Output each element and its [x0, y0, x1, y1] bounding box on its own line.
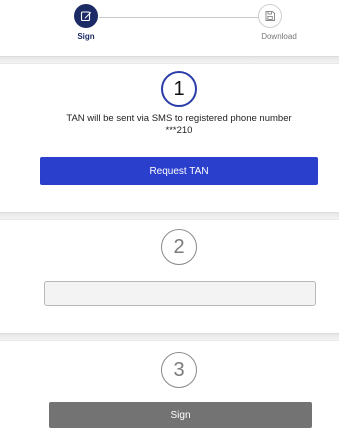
section-divider	[0, 333, 339, 341]
save-icon	[265, 11, 275, 21]
step-number-2: 2	[161, 229, 197, 265]
progress-stepper: Sign Download	[0, 0, 339, 46]
request-tan-button[interactable]: Request TAN	[40, 157, 318, 185]
step-number-1: 1	[161, 71, 197, 107]
tan-input[interactable]	[44, 281, 316, 306]
section-divider	[0, 56, 339, 64]
section-divider	[0, 212, 339, 220]
sign-button[interactable]: Sign	[49, 402, 312, 428]
edit-icon	[80, 11, 92, 22]
stepper-connector	[99, 17, 259, 18]
masked-phone-number: ***210	[165, 125, 193, 136]
step-download-indicator[interactable]	[258, 4, 282, 28]
step-sign-indicator[interactable]	[74, 4, 98, 28]
step-download-label: Download	[261, 32, 297, 41]
step-sign-label: Sign	[77, 32, 95, 41]
step-number-3: 3	[161, 352, 197, 388]
